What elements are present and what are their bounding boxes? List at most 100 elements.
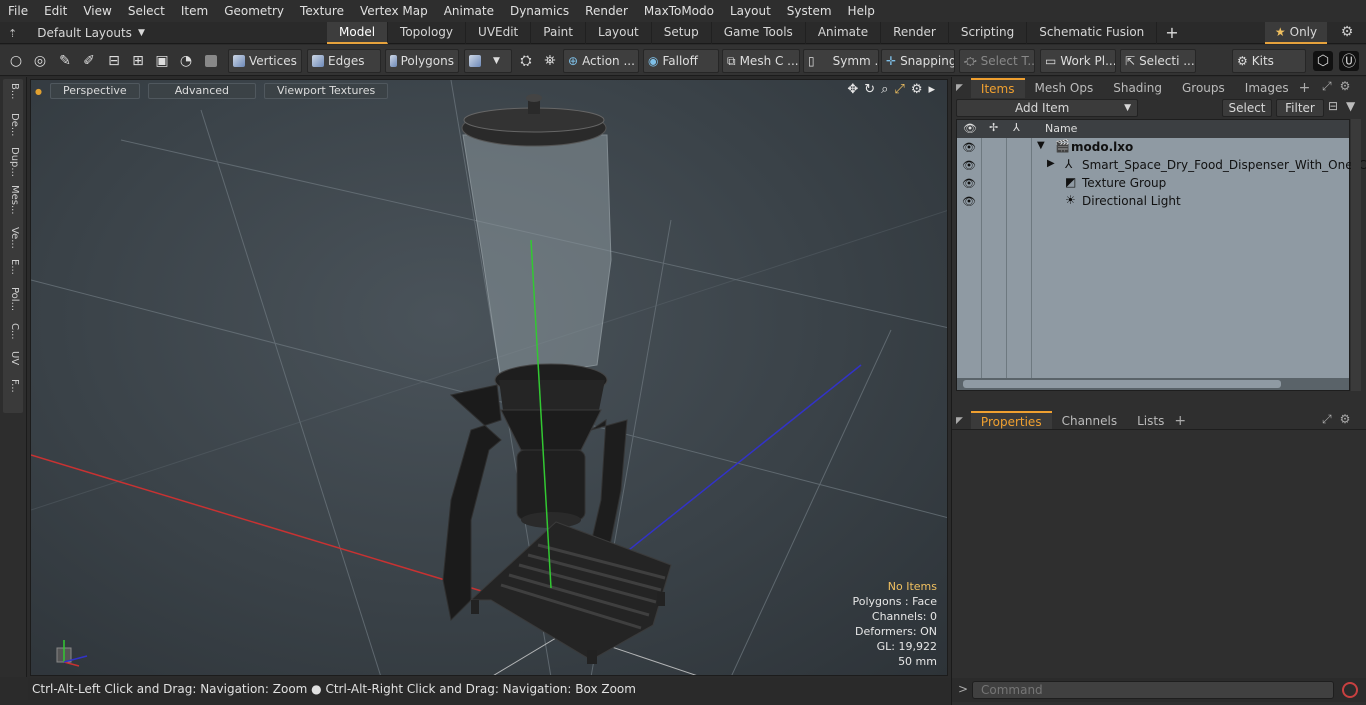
- tab-topology[interactable]: Topology: [388, 22, 467, 44]
- zoom-icon[interactable]: ⌕: [881, 82, 888, 97]
- list-item-mesh[interactable]: 👁 ▶ ⅄ Smart_Space_Dry_Food_Dispenser_Wit…: [957, 157, 1366, 175]
- horizontal-scrollbar[interactable]: [957, 378, 1349, 390]
- circle-select-icon[interactable]: ○: [6, 51, 26, 71]
- menu-system[interactable]: System: [779, 0, 840, 22]
- vtab-curve[interactable]: C...: [6, 323, 20, 343]
- item-mode-dropdown[interactable]: ▼: [464, 49, 512, 73]
- snapping-button[interactable]: ✛ Snapping: [881, 49, 955, 73]
- vtab-duplicate[interactable]: Dup...: [6, 147, 20, 177]
- menu-file[interactable]: File: [0, 0, 36, 22]
- pen-icon[interactable]: ✎: [55, 51, 75, 71]
- arrow-right-icon[interactable]: ▸: [928, 82, 935, 97]
- eye-icon[interactable]: 👁: [962, 159, 976, 172]
- tab-schematic-fusion[interactable]: Schematic Fusion: [1027, 22, 1158, 44]
- menu-layout[interactable]: Layout: [722, 0, 779, 22]
- panel-menu-icon[interactable]: ◤: [956, 416, 963, 426]
- expand-arrow-icon[interactable]: ▼: [1037, 140, 1045, 151]
- record-icon[interactable]: [1342, 682, 1358, 698]
- tab-items[interactable]: Items: [970, 78, 1025, 98]
- menu-vertex-map[interactable]: Vertex Map: [352, 0, 436, 22]
- tab-images[interactable]: Images: [1235, 79, 1299, 97]
- unity-icon[interactable]: ⬡: [1313, 51, 1333, 71]
- collapse-icon[interactable]: ⊟: [1328, 99, 1338, 113]
- rotate-icon[interactable]: ◔: [176, 51, 196, 71]
- add-tab-icon[interactable]: +: [1174, 413, 1186, 429]
- symmetry-button[interactable]: ▯ Symm ...: [803, 49, 879, 73]
- transform-icon[interactable]: ⊟: [104, 51, 124, 71]
- menu-dynamics[interactable]: Dynamics: [502, 0, 577, 22]
- vtab-fusion[interactable]: F...: [6, 379, 20, 407]
- 3d-viewport[interactable]: ● Perspective Advanced Viewport Textures…: [30, 79, 948, 676]
- funnel-icon[interactable]: ▼: [1346, 99, 1355, 113]
- advanced-button[interactable]: Advanced: [147, 83, 257, 99]
- eye-icon[interactable]: 👁: [962, 195, 976, 208]
- eye-icon[interactable]: 👁: [962, 141, 976, 154]
- menu-view[interactable]: View: [75, 0, 119, 22]
- menu-select[interactable]: Select: [120, 0, 173, 22]
- tab-lists[interactable]: Lists: [1127, 412, 1174, 430]
- globe-icon[interactable]: ◎: [30, 51, 50, 71]
- tab-scripting[interactable]: Scripting: [949, 22, 1028, 44]
- list-item-light[interactable]: 👁 ☀ Directional Light: [957, 193, 1349, 211]
- filter-button[interactable]: Filter: [1276, 99, 1324, 117]
- eye-icon[interactable]: 👁: [962, 177, 976, 190]
- expand-arrow-icon[interactable]: ▶: [1047, 158, 1055, 169]
- frame-icon[interactable]: ▣: [152, 51, 172, 71]
- perspective-button[interactable]: Perspective: [49, 83, 140, 99]
- vtab-polygon[interactable]: Pol...: [6, 287, 20, 315]
- vtab-vertex[interactable]: Ve...: [6, 227, 20, 253]
- tab-model[interactable]: Model: [327, 22, 389, 44]
- expand-icon[interactable]: ⤢: [1322, 79, 1332, 94]
- vtab-edge[interactable]: E...: [6, 259, 20, 281]
- mesh-constraint-button[interactable]: ⧉ Mesh C ...: [722, 49, 800, 73]
- add-item-dropdown[interactable]: Add Item ▼: [956, 99, 1138, 117]
- tab-uvedit[interactable]: UVEdit: [466, 22, 532, 44]
- tab-render[interactable]: Render: [881, 22, 949, 44]
- tab-game-tools[interactable]: Game Tools: [712, 22, 806, 44]
- polygons-button[interactable]: Polygons: [385, 49, 459, 73]
- tab-shading[interactable]: Shading: [1103, 79, 1172, 97]
- tab-properties[interactable]: Properties: [970, 411, 1052, 431]
- name-column-header[interactable]: Name: [1045, 122, 1077, 135]
- menu-geometry[interactable]: Geometry: [216, 0, 292, 22]
- viewport-textures-button[interactable]: Viewport Textures: [264, 83, 389, 99]
- vtab-mesh-edit[interactable]: Mes...: [6, 185, 20, 219]
- menu-edit[interactable]: Edit: [36, 0, 75, 22]
- shaded-cube-icon[interactable]: [201, 51, 221, 71]
- rotate-view-icon[interactable]: ↻: [864, 82, 875, 97]
- menu-render[interactable]: Render: [577, 0, 636, 22]
- vtab-uv[interactable]: UV: [6, 351, 20, 371]
- kits-button[interactable]: ⚙ Kits: [1232, 49, 1306, 73]
- viewport-gear-icon[interactable]: ⚙: [911, 82, 923, 97]
- menu-maxtomodo[interactable]: MaxToModo: [636, 0, 722, 22]
- menu-item[interactable]: Item: [173, 0, 216, 22]
- menu-texture[interactable]: Texture: [292, 0, 352, 22]
- default-layouts-dropdown[interactable]: ⇡ Default Layouts ▼: [8, 22, 145, 44]
- work-plane-button[interactable]: ▭ Work Pl...: [1040, 49, 1116, 73]
- vtab-basic[interactable]: B...: [6, 83, 20, 109]
- gear-icon[interactable]: ⚙: [1338, 24, 1356, 42]
- element-mode-icon[interactable]: ⛯: [540, 51, 560, 71]
- menu-animate[interactable]: Animate: [436, 0, 502, 22]
- tab-paint[interactable]: Paint: [531, 22, 586, 44]
- tab-setup[interactable]: Setup: [652, 22, 712, 44]
- tab-animate[interactable]: Animate: [806, 22, 882, 44]
- symmetry-mode-icon[interactable]: ⛭: [516, 51, 536, 71]
- add-tab-icon[interactable]: +: [1299, 80, 1311, 96]
- panel-menu-icon[interactable]: ◤: [956, 83, 963, 93]
- list-item-texture-group[interactable]: 👁 ◩ Texture Group: [957, 175, 1349, 193]
- maximize-icon[interactable]: ⤢: [894, 82, 904, 97]
- tab-channels[interactable]: Channels: [1052, 412, 1128, 430]
- properties-gear-icon[interactable]: ⚙: [1340, 412, 1351, 427]
- center-icon[interactable]: ⊞: [128, 51, 148, 71]
- edges-button[interactable]: Edges: [307, 49, 381, 73]
- select-through-button[interactable]: ⛮ Select T...: [959, 49, 1035, 73]
- tab-layout[interactable]: Layout: [586, 22, 652, 44]
- move-view-icon[interactable]: ✥: [847, 82, 858, 97]
- vertices-button[interactable]: Vertices: [228, 49, 302, 73]
- list-item-scene[interactable]: 👁 ▼ 🎬 modo.lxo: [957, 139, 1349, 157]
- action-center-button[interactable]: ⊕ Action ...: [563, 49, 639, 73]
- vtab-deform[interactable]: De...: [6, 113, 20, 139]
- vertical-scrollbar[interactable]: [1351, 119, 1361, 391]
- falloff-button[interactable]: ◉ Falloff: [643, 49, 719, 73]
